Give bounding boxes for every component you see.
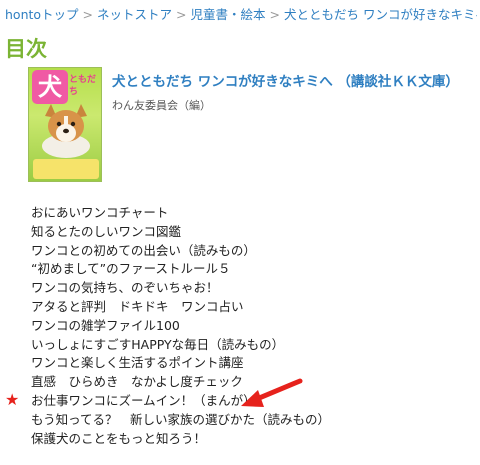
book-cover-image[interactable]: 犬 ともだち [28,67,102,182]
breadcrumb-childrens-books[interactable]: 児童書・絵本 [191,7,266,22]
toc-item: ワンコの気持ち、のぞいちゃお！ [31,280,219,296]
breadcrumb-honto-top[interactable]: hontoトップ [5,7,79,22]
toc-item: アタると評判 ドキドキ ワンコ占い [31,298,244,314]
breadcrumb-separator: > [176,7,187,22]
cover-subtitle: ともだち [69,75,97,97]
toc-item: ワンコと楽しく生活するポイント講座 [31,355,244,371]
cover-band [33,159,99,179]
breadcrumb-net-store[interactable]: ネットストア [97,7,172,22]
breadcrumb-separator: > [82,7,94,22]
dog-illustration [42,104,90,158]
toc-item: もう知ってる？ 新しい家族の選びかた（読みもの） [31,411,331,427]
page-title: 目次 [5,37,47,61]
toc-item: いっしょにすごすHAPPYな毎日（読みもの） [31,336,285,352]
table-of-contents: おにあいワンコチャート 知るとたのしいワンコ図鑑 ワンコとの初めての出会い（読み… [31,204,330,448]
book-title-link[interactable]: 犬とともだち ワンコが好きなキミへ （講談社ＫＫ文庫） [112,72,474,92]
toc-item: おにあいワンコチャート [31,205,169,220]
star-marker-icon: ★ [5,390,20,409]
breadcrumb-separator: > [269,7,281,22]
arrow-pointing-left-icon [241,378,303,407]
toc-item: ワンコとの初めての出会い（読みもの） [31,242,256,258]
toc-item: 知るとたのしいワンコ図鑑 [31,223,182,239]
cover-title: 犬 [32,70,68,104]
toc-item: ワンコの雑学ファイル100 [31,317,180,333]
breadcrumb-book[interactable]: 犬とともだち ワンコが好きなキミへ [284,7,477,22]
breadcrumb: hontoトップ > ネットストア > 児童書・絵本 > 犬とともだち ワンコが好きなキミへ [5,4,477,26]
toc-item: “初めまして”のファーストルール５ [31,261,231,277]
toc-item: 保護犬のことをもっと知ろう！ [31,430,207,446]
book-author: わん友委員会（編） [112,99,211,112]
